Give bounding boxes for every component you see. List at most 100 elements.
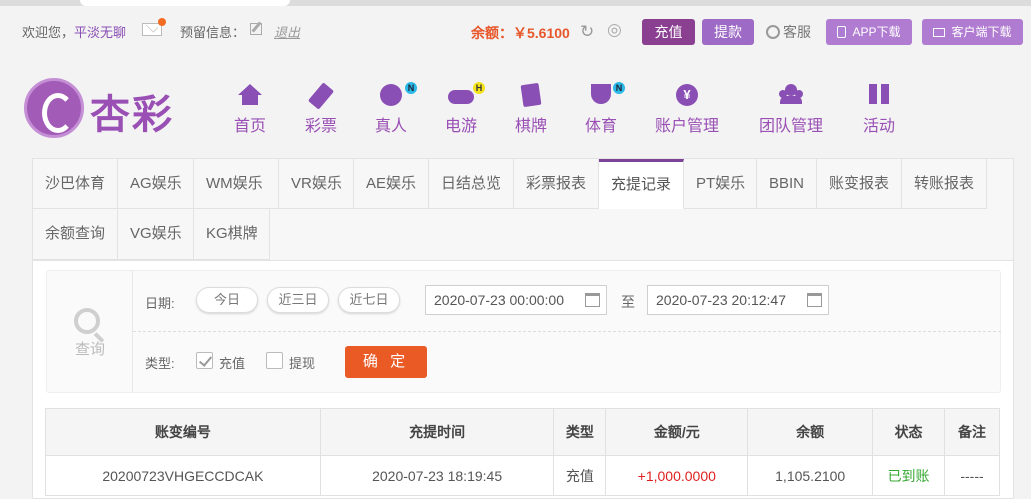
reserved-info-label: 预留信息： — [180, 25, 246, 40]
service-label: 客服 — [783, 24, 811, 40]
tab-bbin[interactable]: BBIN — [757, 159, 817, 209]
query-form: 查询 日期: 今日 近三日 近七日 2020-07-23 00:00:00 至 … — [46, 270, 1001, 393]
nav-team[interactable]: 团队管理 — [759, 84, 823, 136]
new-badge: N — [613, 82, 625, 94]
nav-label: 体育 — [585, 118, 618, 135]
table-header-row: 账变编号 充提时间 类型 金额/元 余额 状态 备注 — [45, 408, 1000, 456]
hide-balance-icon[interactable]: ◎ — [607, 20, 622, 40]
tab-wm[interactable]: WM娱乐 — [194, 159, 279, 209]
app-download-button[interactable]: APP下载 — [826, 19, 912, 45]
nav-label: 真人 — [375, 118, 408, 135]
date-row: 日期: 今日 近三日 近七日 2020-07-23 00:00:00 至 202… — [133, 271, 1001, 332]
tab-shaba-sports[interactable]: 沙巴体育 — [33, 159, 118, 209]
tab-deposit-withdraw-records[interactable]: 充提记录 — [599, 159, 684, 209]
monitor-icon — [933, 28, 946, 37]
report-tabs: 沙巴体育 AG娱乐 WM娱乐 VR娱乐 AE娱乐 日结总览 彩票报表 充提记录 … — [33, 159, 1013, 261]
type-row: 类型: 充值 提现 确 定 — [133, 332, 1001, 392]
nav-live[interactable]: N 真人 — [375, 82, 417, 136]
hot-badge: H — [473, 82, 485, 94]
nav-home[interactable]: 首页 — [234, 84, 266, 136]
tab-account-change-report[interactable]: 账变报表 — [817, 159, 902, 209]
main-panel: 沙巴体育 AG娱乐 WM娱乐 VR娱乐 AE娱乐 日结总览 彩票报表 充提记录 … — [32, 158, 1014, 499]
table-row: 20200723VHGECCDCAK 2020-07-23 18:19:45 充… — [45, 455, 1000, 496]
nav-label: 电游 — [445, 118, 478, 135]
confirm-button[interactable]: 确 定 — [345, 346, 427, 378]
end-date-input[interactable]: 2020-07-23 20:12:47 — [647, 285, 829, 315]
calendar-icon[interactable] — [807, 293, 822, 307]
logo-emblem-icon — [24, 78, 84, 138]
nav-label: 彩票 — [305, 118, 338, 135]
tab-balance-query[interactable]: 余额查询 — [33, 209, 118, 260]
logo-text: 杏彩 — [90, 91, 174, 138]
col-status: 状态 — [872, 408, 946, 456]
headset-icon — [766, 25, 780, 39]
trophy-icon: N — [585, 82, 625, 108]
cell-time: 2020-07-23 18:19:45 — [319, 455, 555, 496]
new-badge: N — [405, 82, 417, 94]
tab-lottery-report[interactable]: 彩票报表 — [514, 159, 599, 209]
team-icon — [759, 84, 823, 108]
calendar-icon[interactable] — [585, 293, 600, 307]
phone-icon — [837, 26, 847, 38]
nav-label: 活动 — [863, 118, 896, 135]
col-balance: 余额 — [747, 408, 874, 456]
gamepad-icon: H — [445, 82, 485, 108]
nav-label: 团队管理 — [759, 118, 824, 135]
last-seven-days-button[interactable]: 近七日 — [338, 287, 400, 313]
tab-vr[interactable]: VR娱乐 — [279, 159, 354, 209]
start-date-value: 2020-07-23 00:00:00 — [434, 292, 564, 308]
username[interactable]: 平淡无聊 — [74, 25, 126, 40]
balance-value: ￥5.6100 — [513, 25, 570, 41]
to-label: 至 — [621, 294, 635, 310]
nav-lottery[interactable]: 彩票 — [305, 82, 338, 136]
withdraw-checkbox[interactable] — [266, 352, 283, 369]
charge-button[interactable]: 充值 — [642, 19, 695, 45]
tab-transfer-report[interactable]: 转账报表 — [902, 159, 987, 209]
cell-transaction-id: 20200723VHGECCDCAK — [45, 455, 321, 496]
client-download-button[interactable]: 客户端下载 — [922, 19, 1023, 45]
date-label: 日期: — [145, 296, 175, 311]
nav-label: 账户管理 — [655, 118, 720, 135]
mail-icon[interactable] — [142, 18, 166, 36]
cell-amount: +1,000.0000 — [605, 455, 749, 496]
search-icon — [74, 308, 100, 334]
tab-ae[interactable]: AE娱乐 — [354, 159, 429, 209]
col-type: 类型 — [553, 408, 607, 456]
charge-checkbox[interactable] — [196, 352, 213, 369]
query-side: 查询 — [47, 271, 133, 392]
nav-egames[interactable]: H 电游 — [445, 82, 485, 136]
type-label: 类型: — [145, 356, 175, 371]
refresh-icon[interactable]: ↻ — [580, 22, 594, 42]
site-logo[interactable]: 杏彩 — [24, 78, 194, 140]
col-time: 充提时间 — [319, 408, 555, 456]
ticket-icon — [305, 82, 337, 110]
welcome-label: 欢迎您， — [22, 25, 75, 40]
nav-activity[interactable]: 活动 — [863, 84, 895, 136]
live-dealer-icon: N — [375, 82, 417, 108]
tab-ag[interactable]: AG娱乐 — [118, 159, 194, 209]
nav-sports[interactable]: N 体育 — [585, 82, 625, 136]
tab-kg-chess[interactable]: KG棋牌 — [194, 209, 270, 260]
last-three-days-button[interactable]: 近三日 — [267, 287, 329, 313]
yen-coin-icon: ¥ — [655, 84, 719, 108]
app-download-label: APP下载 — [852, 25, 901, 39]
col-remark: 备注 — [944, 408, 1000, 456]
nav-account[interactable]: ¥ 账户管理 — [655, 84, 719, 136]
edit-icon[interactable] — [250, 23, 262, 35]
tab-daily-overview[interactable]: 日结总览 — [429, 159, 514, 209]
tab-pt[interactable]: PT娱乐 — [684, 159, 757, 209]
cell-remark: ----- — [944, 455, 1000, 496]
start-date-input[interactable]: 2020-07-23 00:00:00 — [425, 285, 607, 315]
nav-chess[interactable]: 棋牌 — [515, 82, 548, 136]
tab-vg[interactable]: VG娱乐 — [118, 209, 194, 260]
cell-status: 已到账 — [872, 455, 946, 496]
end-date-value: 2020-07-23 20:12:47 — [656, 292, 786, 308]
customer-service-link[interactable]: 客服 — [766, 22, 811, 42]
cell-balance: 1,105.2100 — [747, 455, 874, 496]
cards-icon — [515, 82, 547, 108]
today-button[interactable]: 今日 — [196, 287, 258, 313]
nav-label: 棋牌 — [515, 118, 548, 135]
logout-link[interactable]: 退出 — [274, 22, 300, 41]
balance: 余额：￥5.6100 — [471, 23, 570, 43]
withdraw-button[interactable]: 提款 — [702, 19, 754, 45]
